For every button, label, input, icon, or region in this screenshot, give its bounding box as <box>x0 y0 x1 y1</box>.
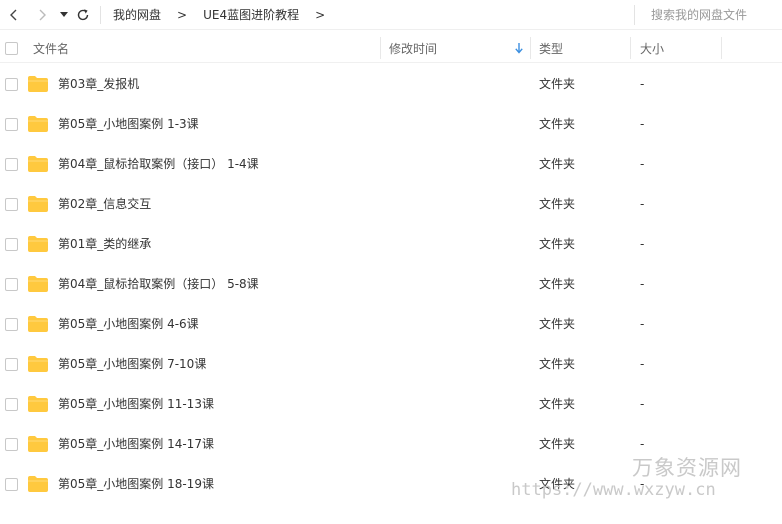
file-size: - <box>640 277 645 291</box>
row-checkbox[interactable] <box>5 398 18 411</box>
file-row[interactable]: 第02章_信息交互 文件夹 - <box>0 184 782 224</box>
column-modified[interactable]: 修改时间 <box>389 33 529 63</box>
folder-icon <box>28 276 48 292</box>
select-all-checkbox[interactable] <box>5 41 18 55</box>
file-name[interactable]: 第05章_小地图案例 1-3课 <box>58 104 199 144</box>
history-dropdown-button[interactable] <box>56 1 72 29</box>
file-size: - <box>640 77 645 91</box>
file-name[interactable]: 第05章_小地图案例 7-10课 <box>58 344 206 384</box>
column-size-label: 大小 <box>640 41 665 56</box>
breadcrumb-item-root[interactable]: 我的网盘 <box>111 6 163 23</box>
file-type: 文件夹 <box>539 117 576 131</box>
file-type: 文件夹 <box>539 437 576 451</box>
folder-icon <box>28 236 48 252</box>
breadcrumb-item-current[interactable]: UE4蓝图进阶教程 <box>201 6 301 23</box>
folder-icon <box>28 116 48 132</box>
file-type: 文件夹 <box>539 357 576 371</box>
file-size: - <box>640 157 645 171</box>
arrow-down-icon <box>515 43 523 54</box>
folder-icon <box>28 356 48 372</box>
file-row[interactable]: 第05章_小地图案例 4-6课 文件夹 - <box>0 304 782 344</box>
nav-divider <box>100 5 101 24</box>
refresh-icon <box>77 8 89 20</box>
file-type: 文件夹 <box>539 277 576 291</box>
file-type: 文件夹 <box>539 237 576 251</box>
file-name[interactable]: 第05章_小地图案例 4-6课 <box>58 304 199 344</box>
column-type-label: 类型 <box>539 41 564 56</box>
file-size: - <box>640 117 645 131</box>
file-name[interactable]: 第04章_鼠标拾取案例（接口） 5-8课 <box>58 264 259 304</box>
file-row[interactable]: 第05章_小地图案例 1-3课 文件夹 - <box>0 104 782 144</box>
column-divider[interactable] <box>721 37 722 59</box>
folder-icon <box>28 76 48 92</box>
file-type: 文件夹 <box>539 397 576 411</box>
file-list: 第03章_发报机 文件夹 - 第05章_小地图案例 1-3课 文件夹 - 第04章_鼠标拾取… <box>0 64 782 504</box>
file-size: - <box>640 317 645 331</box>
file-size: - <box>640 237 645 251</box>
column-name-label: 文件名 <box>33 41 70 56</box>
file-size: - <box>640 357 645 371</box>
file-row[interactable]: 第01章_类的继承 文件夹 - <box>0 224 782 264</box>
caret-down-icon <box>60 11 68 17</box>
column-divider[interactable] <box>630 37 631 59</box>
folder-icon <box>28 436 48 452</box>
refresh-button[interactable] <box>72 1 94 29</box>
watermark-url: https://www.wxzyw.cn <box>511 480 716 500</box>
file-row[interactable]: 第03章_发报机 文件夹 - <box>0 64 782 104</box>
folder-icon <box>28 316 48 332</box>
row-checkbox[interactable] <box>5 438 18 451</box>
column-name[interactable]: 文件名 <box>33 33 69 63</box>
chevron-left-icon <box>10 9 17 20</box>
row-checkbox[interactable] <box>5 478 18 491</box>
back-button[interactable] <box>0 1 28 29</box>
file-row[interactable]: 第04章_鼠标拾取案例（接口） 1-4课 文件夹 - <box>0 144 782 184</box>
file-name[interactable]: 第02章_信息交互 <box>58 184 151 224</box>
folder-icon <box>28 476 48 492</box>
file-row[interactable]: 第05章_小地图案例 11-13课 文件夹 - <box>0 384 782 424</box>
watermark-title: 万象资源网 <box>632 456 742 480</box>
breadcrumb-separator: > <box>177 7 188 22</box>
row-checkbox[interactable] <box>5 198 18 211</box>
row-checkbox[interactable] <box>5 358 18 371</box>
folder-icon <box>28 156 48 172</box>
column-modified-label: 修改时间 <box>389 41 438 56</box>
file-type: 文件夹 <box>539 77 576 91</box>
row-checkbox[interactable] <box>5 158 18 171</box>
row-checkbox[interactable] <box>5 238 18 251</box>
file-size: - <box>640 197 645 211</box>
row-checkbox[interactable] <box>5 318 18 331</box>
file-name[interactable]: 第05章_小地图案例 11-13课 <box>58 384 214 424</box>
row-checkbox[interactable] <box>5 78 18 91</box>
navigation-bar: 我的网盘 > UE4蓝图进阶教程 > 搜索我的网盘文件 <box>0 0 782 30</box>
file-name[interactable]: 第05章_小地图案例 14-17课 <box>58 424 214 464</box>
file-type: 文件夹 <box>539 317 576 331</box>
breadcrumb: 我的网盘 > UE4蓝图进阶教程 > <box>111 0 339 30</box>
file-name[interactable]: 第03章_发报机 <box>58 64 139 104</box>
file-row[interactable]: 第04章_鼠标拾取案例（接口） 5-8课 文件夹 - <box>0 264 782 304</box>
column-header: 文件名 修改时间 类型 大小 <box>0 33 782 63</box>
file-name[interactable]: 第04章_鼠标拾取案例（接口） 1-4课 <box>58 144 259 184</box>
column-size[interactable]: 大小 <box>640 33 664 63</box>
breadcrumb-separator: > <box>315 7 326 22</box>
chevron-right-icon <box>39 9 46 20</box>
file-size: - <box>640 397 645 411</box>
row-checkbox[interactable] <box>5 118 18 131</box>
file-row[interactable]: 第05章_小地图案例 7-10课 文件夹 - <box>0 344 782 384</box>
file-name[interactable]: 第01章_类的继承 <box>58 224 151 264</box>
file-name[interactable]: 第05章_小地图案例 18-19课 <box>58 464 214 504</box>
row-checkbox[interactable] <box>5 278 18 291</box>
file-type: 文件夹 <box>539 197 576 211</box>
folder-icon <box>28 196 48 212</box>
select-all-cell <box>5 33 18 63</box>
column-type[interactable]: 类型 <box>539 33 563 63</box>
search-input[interactable]: 搜索我的网盘文件 <box>634 5 774 25</box>
forward-button[interactable] <box>28 1 56 29</box>
folder-icon <box>28 396 48 412</box>
file-type: 文件夹 <box>539 157 576 171</box>
column-divider[interactable] <box>380 37 381 59</box>
column-divider[interactable] <box>530 37 531 59</box>
